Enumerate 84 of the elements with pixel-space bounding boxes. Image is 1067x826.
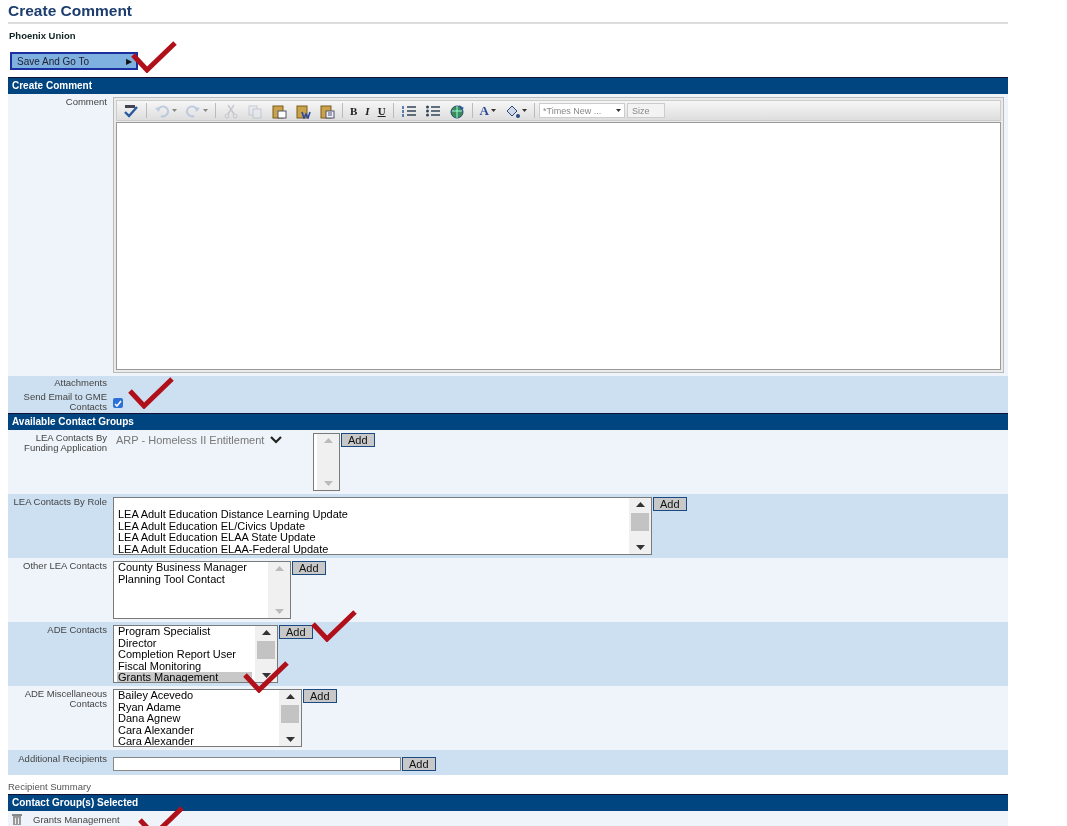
add-button[interactable]: Add [341,433,375,447]
field-label: Send Email to GME Contacts [22,392,107,412]
copy-icon [247,102,263,119]
add-button[interactable]: Add [292,561,326,575]
section-header: Available Contact Groups [8,413,1008,430]
list-option[interactable]: Planning Tool Contact [117,573,265,585]
scroll-down-icon [285,737,295,742]
contact-listbox[interactable]: LEA Adult Education Distance Learning Update LEA Adult Education EL/Civics Update LEA Adult Education ELAA State Update LEA Adult Education ELAA-Federal Update [113,497,652,555]
add-button[interactable]: Add [279,625,313,639]
caret-icon [172,109,177,112]
scroll-up-icon [261,630,271,635]
field-label: ADE Miscellaneous Contacts [23,689,107,711]
rich-text-editor[interactable]: B I U A *Times New ... Size [113,97,1004,373]
caret-icon [615,109,621,112]
recipient-summary-label: Recipient Summary [8,781,91,792]
list-option[interactable]: Cara Alexander [117,736,276,746]
font-color-button[interactable]: A [476,102,499,119]
list-option[interactable]: LEA Adult Education ELAA State Update [117,532,626,544]
arrow-icon: ▶ [126,56,132,66]
clipboard-icon [319,102,335,119]
bold-button[interactable]: B [347,102,361,119]
save-menu-button[interactable]: Save And Go To ▶ [10,52,138,70]
caret-icon [490,109,496,112]
selected-group-name: Grants Management [33,813,120,825]
check-icon [114,399,122,407]
check-mark-icon [242,660,290,693]
clipboard-icon [295,102,311,119]
section-header: Contact Group(s) Selected [8,794,1008,811]
list-option[interactable]: County Business Manager [117,562,265,574]
caret-icon [521,109,527,112]
contact-listbox[interactable]: County Business Manager Planning Tool Contact [113,561,291,619]
scrollbar[interactable] [279,690,301,746]
list-option[interactable]: Ryan Adame [117,701,276,713]
check-mark-icon [310,609,358,642]
page-title: Create Comment [8,1,133,20]
scrollbar[interactable] [268,562,290,618]
clipboard-icon [271,102,287,119]
scroll-up-icon [274,566,284,571]
list-option[interactable]: Program Specialist [117,626,252,638]
list-option[interactable]: Bailey Acevedo [117,690,276,702]
check-mark-icon [130,40,178,73]
undo-icon [154,102,170,119]
scroll-down-icon [635,545,645,550]
redo-icon [185,102,201,119]
field-label: LEA Contacts By Role [12,497,107,509]
check-mark-icon [127,376,175,409]
add-button[interactable]: Add [303,689,337,703]
caret-icon [203,109,208,112]
field-label: Comment [64,97,107,109]
scroll-down-icon [323,481,333,486]
list-option[interactable]: Completion Report User [117,649,252,661]
email-checkbox[interactable] [113,398,123,408]
field-label: ADE Contacts [46,625,107,637]
globe-icon [448,102,465,119]
scroll-down-icon [274,609,284,614]
list-option[interactable]: LEA Adult Education Distance Learning Update [117,509,626,521]
scrollbar[interactable] [255,626,277,682]
list-option[interactable]: Director [117,637,252,649]
spellcheck-icon [123,102,139,119]
font-dropdown[interactable]: *Times New ... [538,103,625,118]
italic-button[interactable]: I [362,102,373,119]
add-button[interactable]: Add [653,497,687,511]
contact-listbox[interactable]: Bailey Acevedo Ryan Adame Dana Agnew Cara Alexander Cara Alexander [113,689,302,747]
recipients-input-field[interactable] [113,757,401,771]
list-option[interactable]: LEA Adult Education EL/Civics Update [117,520,626,532]
list-option[interactable]: Fiscal Monitoring [117,660,252,672]
field-label: LEA Contacts By Funding Application [23,433,107,455]
underline-button[interactable]: U [374,102,389,119]
field-label: Other LEA Contacts [22,561,107,573]
list-option[interactable]: LEA Adult Education ELAA-Federal Update [117,543,626,554]
scrollbar[interactable] [629,498,651,554]
scroll-down-icon [261,673,271,678]
field-label: Attachments [53,378,107,388]
chevron-down-icon [270,436,283,444]
list-option[interactable]: Cara Alexander [117,724,276,736]
add-button[interactable]: Add [402,757,436,771]
organization-name: Phoenix Union [9,30,76,43]
scroll-up-icon [285,694,295,699]
section-header: Create Comment [8,77,1008,94]
list-option[interactable]: Dana Agnew [117,713,276,725]
scissors-icon [223,102,239,119]
field-label: Additional Recipients [17,752,107,766]
scroll-up-icon [635,502,645,507]
scroll-up-icon [323,438,333,443]
